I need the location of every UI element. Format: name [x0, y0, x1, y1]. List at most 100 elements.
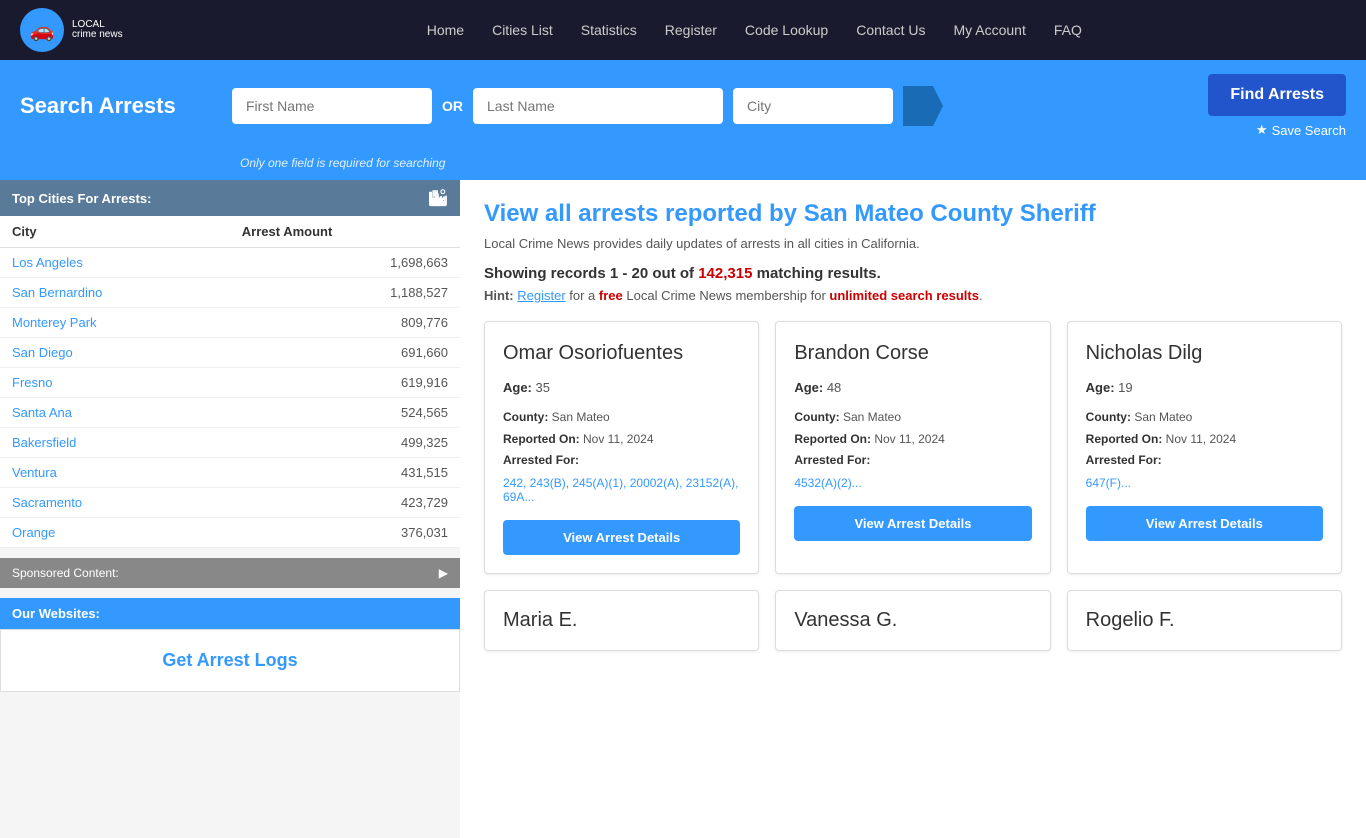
page-title: View all arrests reported by San Mateo C… [484, 200, 1342, 228]
card-codes: 647(F)... [1086, 476, 1323, 490]
register-link[interactable]: Register [517, 288, 565, 303]
view-arrest-details-button[interactable]: View Arrest Details [794, 506, 1031, 541]
city-link[interactable]: Sacramento [12, 495, 82, 510]
get-arrest-logs-widget: Get Arrest Logs [0, 629, 460, 692]
first-name-input[interactable] [232, 88, 432, 124]
city-link[interactable]: Ventura [12, 465, 57, 480]
table-row: Monterey Park 809,776 [0, 308, 460, 338]
arrest-card-partial: Maria E. [484, 590, 759, 651]
search-bar: Search Arrests OR Find Arrests ★ Save Se… [0, 60, 1366, 152]
card-name: Nicholas Dilg [1086, 340, 1323, 366]
content-area: View all arrests reported by San Mateo C… [460, 180, 1366, 838]
arrest-card-partial: Rogelio F. [1067, 590, 1342, 651]
last-name-input[interactable] [473, 88, 723, 124]
top-cities-title: Top Cities For Arrests: 🏙 [0, 180, 460, 216]
sidebar: Top Cities For Arrests: 🏙 City Arrest Am… [0, 180, 460, 838]
card-age: Age: 35 [503, 380, 740, 395]
city-link[interactable]: San Diego [12, 345, 73, 360]
view-arrest-details-button[interactable]: View Arrest Details [1086, 506, 1323, 541]
arrest-card-partial: Vanessa G. [775, 590, 1050, 651]
record-range: 1 - 20 [610, 265, 648, 282]
arrest-count: 691,660 [230, 338, 460, 368]
city-link[interactable]: Monterey Park [12, 315, 97, 330]
content-subtitle: Local Crime News provides daily updates … [484, 236, 1342, 251]
arrest-count: 1,188,527 [230, 278, 460, 308]
main-layout: Top Cities For Arrests: 🏙 City Arrest Am… [0, 180, 1366, 838]
city-link[interactable]: Bakersfield [12, 435, 76, 450]
city-link[interactable]: San Bernardino [12, 285, 102, 300]
nav-contact-us[interactable]: Contact Us [856, 22, 925, 38]
city-input[interactable] [733, 88, 893, 124]
or-label: OR [442, 98, 463, 114]
arrest-count: 423,729 [230, 488, 460, 518]
city-link[interactable]: Santa Ana [12, 405, 72, 420]
arrest-card: Nicholas Dilg Age: 19 County: San Mateo … [1067, 321, 1342, 574]
search-inputs: OR [232, 86, 1196, 126]
card-name: Omar Osoriofuentes [503, 340, 740, 366]
table-row: Santa Ana 524,565 [0, 398, 460, 428]
arrest-card: Brandon Corse Age: 48 County: San Mateo … [775, 321, 1050, 574]
nav-cities-list[interactable]: Cities List [492, 22, 553, 38]
total-count: 142,315 [698, 265, 752, 282]
sponsored-icon: ▶ [439, 566, 448, 580]
table-row: Bakersfield 499,325 [0, 428, 460, 458]
arrest-count: 524,565 [230, 398, 460, 428]
table-row: Sacramento 423,729 [0, 488, 460, 518]
search-title: Search Arrests [20, 93, 220, 119]
table-row: Los Angeles 1,698,663 [0, 248, 460, 278]
card-name: Brandon Corse [794, 340, 1031, 366]
arrest-cards-row-2: Maria E. Vanessa G. Rogelio F. [484, 590, 1342, 651]
card-name: Rogelio F. [1086, 609, 1323, 632]
city-link[interactable]: Fresno [12, 375, 52, 390]
star-icon: ★ [1256, 122, 1268, 138]
find-arrests-button[interactable]: Find Arrests [1208, 74, 1346, 116]
card-detail: County: San Mateo Reported On: Nov 11, 2… [794, 407, 1031, 472]
search-right: Find Arrests ★ Save Search [1208, 74, 1346, 138]
search-hint: Only one field is required for searching [240, 156, 445, 170]
arrest-count: 499,325 [230, 428, 460, 458]
table-row: Ventura 431,515 [0, 458, 460, 488]
save-search-link[interactable]: ★ Save Search [1256, 122, 1346, 138]
view-arrest-details-button[interactable]: View Arrest Details [503, 520, 740, 555]
arrest-count: 376,031 [230, 518, 460, 548]
sponsored-bar: Sponsored Content: ▶ [0, 558, 460, 588]
card-codes: 242, 243(B), 245(A)(1), 20002(A), 23152(… [503, 476, 740, 504]
table-row: Orange 376,031 [0, 518, 460, 548]
nav-statistics[interactable]: Statistics [581, 22, 637, 38]
our-websites-bar: Our Websites: [0, 598, 460, 629]
card-detail: County: San Mateo Reported On: Nov 11, 2… [503, 407, 740, 472]
table-row: San Diego 691,660 [0, 338, 460, 368]
arrest-count: 1,698,663 [230, 248, 460, 278]
logo[interactable]: 🚗 LOCAL crime news [20, 8, 123, 52]
nav-links: Home Cities List Statistics Register Code Lo… [163, 22, 1346, 38]
cities-table: City Arrest Amount Los Angeles 1,698,663… [0, 216, 460, 548]
hint-text: Hint: Register for a free Local Crime Ne… [484, 288, 1342, 303]
nav-faq[interactable]: FAQ [1054, 22, 1082, 38]
logo-text: LOCAL crime news [72, 20, 123, 40]
table-row: Fresno 619,916 [0, 368, 460, 398]
nav-register[interactable]: Register [665, 22, 717, 38]
card-name: Vanessa G. [794, 609, 1031, 632]
logo-icon: 🚗 [20, 8, 64, 52]
card-age: Age: 19 [1086, 380, 1323, 395]
arrest-count: 619,916 [230, 368, 460, 398]
navigation: 🚗 LOCAL crime news Home Cities List Statis… [0, 0, 1366, 60]
city-column-header: City [0, 216, 230, 248]
arrest-cards-row-1: Omar Osoriofuentes Age: 35 County: San M… [484, 321, 1342, 574]
get-arrest-logs-title: Get Arrest Logs [21, 650, 439, 671]
city-link[interactable]: Orange [12, 525, 55, 540]
card-codes: 4532(A)(2)... [794, 476, 1031, 490]
card-age: Age: 48 [794, 380, 1031, 395]
card-detail: County: San Mateo Reported On: Nov 11, 2… [1086, 407, 1323, 472]
arrest-count: 809,776 [230, 308, 460, 338]
nav-my-account[interactable]: My Account [953, 22, 1025, 38]
nav-home[interactable]: Home [427, 22, 464, 38]
arrest-count: 431,515 [230, 458, 460, 488]
showing-records: Showing records 1 - 20 out of 142,315 ma… [484, 265, 1342, 282]
arrest-card: Omar Osoriofuentes Age: 35 County: San M… [484, 321, 759, 574]
nav-code-lookup[interactable]: Code Lookup [745, 22, 828, 38]
city-link[interactable]: Los Angeles [12, 255, 83, 270]
table-row: San Bernardino 1,188,527 [0, 278, 460, 308]
arrest-amount-column-header: Arrest Amount [230, 216, 460, 248]
search-arrow-decoration [903, 86, 943, 126]
